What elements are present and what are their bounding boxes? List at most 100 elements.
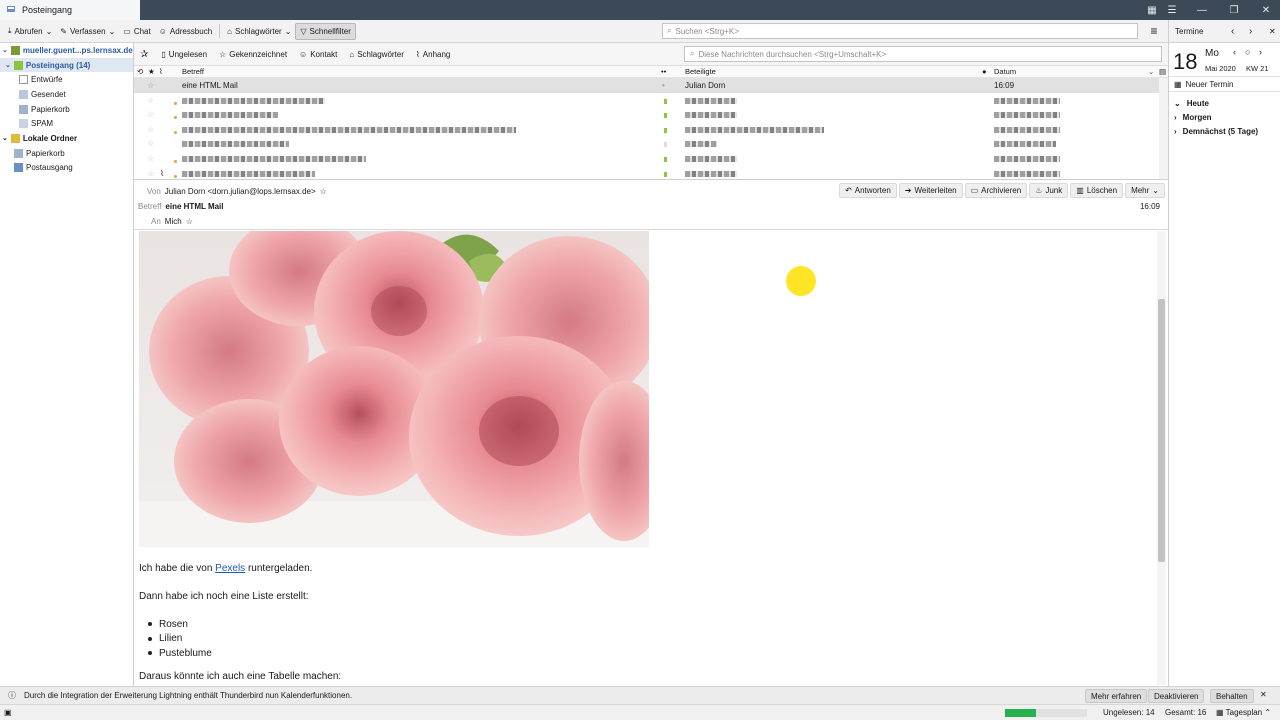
- read-dot-icon[interactable]: •: [662, 81, 665, 90]
- chevron-down-icon[interactable]: ⌄: [5, 61, 11, 69]
- header-to-value[interactable]: Mich: [165, 217, 182, 226]
- online-status-icon[interactable]: ▣: [4, 708, 12, 717]
- filter-tags[interactable]: ⌂ Schlagwörter: [344, 50, 409, 59]
- close-icon[interactable]: ✕: [1260, 690, 1267, 699]
- body-scrollbar-thumb[interactable]: [1158, 299, 1165, 562]
- chevron-down-icon[interactable]: ⌄: [46, 27, 53, 36]
- column-picker-icon[interactable]: ▤: [1159, 67, 1166, 76]
- filter-unread-label: Ungelesen: [168, 49, 208, 59]
- folder-local-trash[interactable]: Papierkorb: [0, 146, 133, 161]
- filter-contact[interactable]: ☺ Kontakt: [294, 50, 342, 59]
- folder-outbox[interactable]: Postausgang: [0, 161, 133, 176]
- table-row[interactable]: ☆ eine HTML Mail • Julian Dorn 16:09: [134, 78, 1168, 93]
- list-item: Lilien: [148, 632, 212, 647]
- star-icon[interactable]: ☆: [147, 96, 154, 105]
- star-icon[interactable]: ☆: [147, 125, 154, 134]
- read-column-icon[interactable]: ••: [661, 67, 666, 76]
- delete-button[interactable]: ▥ Löschen: [1070, 183, 1124, 198]
- tasks-tab-icon[interactable]: ☰: [1160, 0, 1184, 20]
- tab-inbox[interactable]: Posteingang: [0, 0, 140, 20]
- redacted-date: [994, 111, 1060, 120]
- get-messages-button[interactable]: ⤓ Abrufen ⌄: [4, 23, 56, 40]
- header-from-value[interactable]: Julian Dorn <dorn.julian@lops.lernsax.de…: [165, 187, 316, 196]
- star-icon[interactable]: ☆: [147, 154, 154, 163]
- keep-button[interactable]: Behalten: [1210, 689, 1254, 703]
- body-scrollbar[interactable]: [1157, 231, 1166, 685]
- read-dot-icon[interactable]: [664, 97, 667, 106]
- chevron-right-icon[interactable]: ›: [1259, 47, 1262, 57]
- chevron-down-icon[interactable]: ⌄: [2, 134, 8, 142]
- maximize-button[interactable]: ❐: [1222, 0, 1246, 20]
- filter-unread[interactable]: ▯ Ungelesen: [156, 50, 212, 59]
- section-tomorrow[interactable]: › Morgen: [1169, 110, 1280, 124]
- thread-scrollbar[interactable]: [1159, 78, 1168, 179]
- forward-button[interactable]: ➔ Weiterleiten: [898, 183, 963, 198]
- address-book-button[interactable]: ☺ Adressbuch: [155, 23, 216, 40]
- global-search-input[interactable]: ⌕ Suchen <Strg+K>: [662, 23, 1138, 39]
- folder-sent[interactable]: Gesendet: [0, 87, 133, 102]
- star-icon[interactable]: ☆: [320, 187, 327, 196]
- schedule-button[interactable]: ▦ Tagesplan ⌃: [1216, 708, 1271, 717]
- folder-spam[interactable]: SPAM: [0, 116, 133, 131]
- star-icon[interactable]: ☆: [147, 81, 154, 90]
- filter-icon: ▽: [300, 26, 307, 36]
- archive-button[interactable]: ▭ Archivieren: [964, 183, 1028, 198]
- read-dot-icon[interactable]: [664, 126, 667, 135]
- filter-starred[interactable]: ☆ Gekennzeichnet: [214, 50, 292, 59]
- app-menu-icon[interactable]: ≡: [1146, 23, 1162, 39]
- more-button[interactable]: Mehr ⌄: [1125, 183, 1165, 198]
- star-icon[interactable]: ☆: [186, 217, 193, 226]
- minimize-button[interactable]: —: [1190, 0, 1214, 20]
- thread-column-icon[interactable]: ⟲: [137, 67, 143, 76]
- section-today[interactable]: ⌄ Heute: [1169, 96, 1280, 110]
- read-dot-icon[interactable]: [664, 140, 667, 149]
- folder-inbox[interactable]: ⌄ Posteingang (14): [0, 57, 133, 73]
- quick-filter-search-input[interactable]: ⌕ Diese Nachrichten durchsuchen <Strg+Um…: [684, 46, 1162, 62]
- table-row[interactable]: ☆: [134, 122, 1168, 137]
- star-column-icon[interactable]: ★: [148, 67, 155, 76]
- close-icon[interactable]: ✕: [1269, 27, 1276, 36]
- junk-button[interactable]: ♨ Junk: [1029, 183, 1069, 198]
- star-icon[interactable]: ☆: [147, 169, 154, 178]
- section-upcoming[interactable]: › Demnächst (5 Tage): [1169, 124, 1280, 138]
- quick-filter-button[interactable]: ▽ Schnellfilter: [295, 22, 356, 40]
- folder-trash[interactable]: Papierkorb: [0, 102, 133, 117]
- table-row[interactable]: ☆: [134, 107, 1168, 122]
- learn-more-button[interactable]: Mehr erfahren: [1085, 689, 1148, 703]
- star-icon[interactable]: ☆: [147, 110, 154, 119]
- table-row[interactable]: ☆: [134, 151, 1168, 166]
- pexels-link[interactable]: Pexels: [215, 563, 245, 574]
- chevron-left-icon[interactable]: ‹: [1231, 26, 1234, 37]
- body-line-1-post: runtergeladen.: [245, 563, 313, 574]
- today-circle-icon[interactable]: ○: [1245, 47, 1250, 57]
- table-row[interactable]: ☆ ⌇: [134, 166, 1168, 179]
- read-dot-icon[interactable]: [664, 111, 667, 120]
- folder-drafts[interactable]: Entwürfe: [0, 72, 133, 87]
- chevron-down-icon[interactable]: ⌄: [2, 46, 8, 54]
- redacted-date: [994, 97, 1060, 106]
- write-button[interactable]: ✎ Verfassen ⌄: [56, 23, 119, 40]
- table-row[interactable]: ☆: [134, 136, 1168, 151]
- folder-local[interactable]: ⌄ Lokale Ordner: [0, 131, 133, 146]
- chevron-down-icon[interactable]: ⌄: [109, 27, 116, 36]
- folder-account[interactable]: ⌄ mueller.guent...ps.lernsax.de: [0, 43, 133, 58]
- column-correspondents[interactable]: Beteiligte: [685, 67, 716, 76]
- column-date[interactable]: Datum: [994, 67, 1016, 76]
- junk-column-icon[interactable]: ●: [982, 67, 987, 76]
- chevron-left-icon[interactable]: ‹: [1233, 47, 1236, 57]
- filter-attachment[interactable]: ⌇ Anhang: [411, 50, 456, 59]
- chevron-right-icon[interactable]: ›: [1249, 26, 1252, 37]
- disable-button[interactable]: Deaktivieren: [1148, 689, 1205, 703]
- reply-button[interactable]: ↶ Antworten: [839, 183, 897, 198]
- close-window-button[interactable]: ✕: [1254, 0, 1278, 20]
- read-dot-icon[interactable]: [664, 155, 667, 164]
- read-dot-icon[interactable]: [664, 170, 667, 179]
- pin-icon[interactable]: ✰: [140, 49, 148, 60]
- star-icon[interactable]: ☆: [147, 139, 154, 148]
- tags-button[interactable]: ⌂ Schlagwörter ⌄: [223, 23, 295, 40]
- attachment-column-icon[interactable]: ⌇: [159, 67, 163, 76]
- table-row[interactable]: ☆: [134, 93, 1168, 108]
- column-subject[interactable]: Betreff: [182, 67, 204, 76]
- chat-button[interactable]: ▭ Chat: [119, 23, 154, 40]
- new-event-button[interactable]: ▦ Neuer Termin: [1169, 77, 1280, 92]
